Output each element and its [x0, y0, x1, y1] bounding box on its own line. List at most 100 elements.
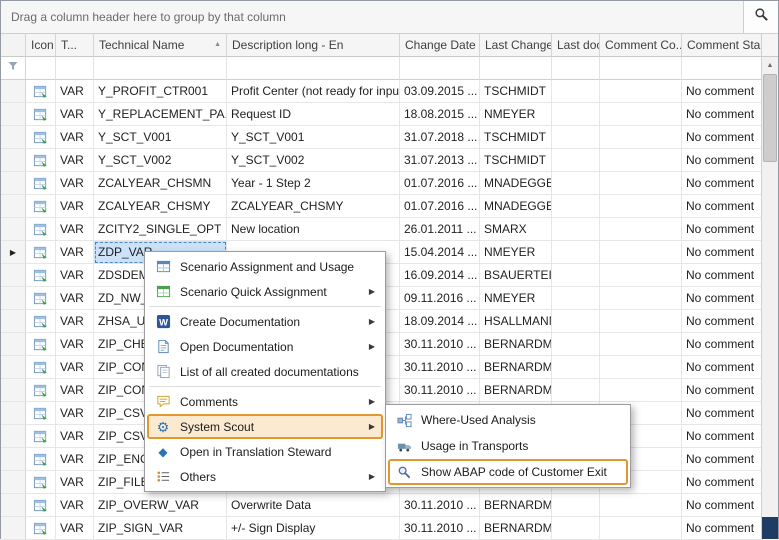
- cell-last-change[interactable]: HSALLMANN: [480, 310, 552, 333]
- column-header-last-doc[interactable]: Last doc...: [552, 34, 600, 57]
- menu-item-list-of-documentations[interactable]: List of all created documentations: [147, 359, 383, 384]
- cell-comment-status[interactable]: No comment: [682, 218, 763, 241]
- cell-last-doc[interactable]: [552, 379, 600, 402]
- column-header-comment-status[interactable]: Comment Sta...: [682, 34, 763, 57]
- cell-comment-status[interactable]: No comment: [682, 310, 763, 333]
- table-row[interactable]: VAR ZCALYEAR_CHSMN Year - 1 Step 2 01.07…: [1, 172, 763, 195]
- cell-change-date[interactable]: 18.08.2015 ...: [400, 103, 480, 126]
- column-header-change-date[interactable]: Change Date: [400, 34, 480, 57]
- cell-comment-status[interactable]: No comment: [682, 402, 763, 425]
- scroll-corner-button[interactable]: [762, 517, 778, 539]
- filter-cell-last-change[interactable]: [480, 57, 552, 80]
- menu-item-show-abap-code[interactable]: Show ABAP code of Customer Exit: [388, 459, 628, 485]
- cell-last-change[interactable]: MNADEGGER: [480, 172, 552, 195]
- cell-change-date[interactable]: 09.11.2016 ...: [400, 287, 480, 310]
- cell-change-date[interactable]: 15.04.2014 ...: [400, 241, 480, 264]
- cell-description[interactable]: Profit Center (not ready for input): [227, 80, 400, 103]
- cell-comment-count[interactable]: [600, 103, 682, 126]
- cell-comment-status[interactable]: No comment: [682, 471, 763, 494]
- cell-change-date[interactable]: 30.11.2010 ...: [400, 517, 480, 540]
- cell-comment-count[interactable]: [600, 379, 682, 402]
- cell-last-change[interactable]: SMARX: [480, 218, 552, 241]
- cell-last-change[interactable]: BERNARDMA: [480, 379, 552, 402]
- cell-type[interactable]: VAR: [56, 494, 94, 517]
- menu-item-scenario-assignment[interactable]: Scenario Assignment and Usage: [147, 254, 383, 279]
- cell-comment-count[interactable]: [600, 264, 682, 287]
- cell-comment-status[interactable]: No comment: [682, 494, 763, 517]
- cell-technical-name[interactable]: Y_PROFIT_CTR001: [94, 80, 227, 103]
- column-header-icon[interactable]: Icon: [26, 34, 56, 57]
- scrollbar-thumb[interactable]: [763, 74, 777, 162]
- cell-last-doc[interactable]: [552, 195, 600, 218]
- menu-item-create-documentation[interactable]: W Create Documentation ▶: [147, 309, 383, 334]
- cell-type[interactable]: VAR: [56, 80, 94, 103]
- cell-last-doc[interactable]: [552, 103, 600, 126]
- cell-comment-status[interactable]: No comment: [682, 379, 763, 402]
- cell-change-date[interactable]: 31.07.2013 ...: [400, 149, 480, 172]
- filter-cell-technical-name[interactable]: [94, 57, 227, 80]
- cell-change-date[interactable]: 03.09.2015 ...: [400, 80, 480, 103]
- table-row[interactable]: VAR ZIP_SIGN_VAR +/- Sign Display 30.11.…: [1, 517, 763, 540]
- cell-comment-status[interactable]: No comment: [682, 448, 763, 471]
- table-row[interactable]: VAR Y_PROFIT_CTR001 Profit Center (not r…: [1, 80, 763, 103]
- cell-comment-status[interactable]: No comment: [682, 103, 763, 126]
- cell-last-doc[interactable]: [552, 126, 600, 149]
- cell-technical-name[interactable]: ZIP_SIGN_VAR: [94, 517, 227, 540]
- cell-last-change[interactable]: TSCHMIDT: [480, 126, 552, 149]
- cell-type[interactable]: VAR: [56, 287, 94, 310]
- cell-description[interactable]: ZCALYEAR_CHSMY: [227, 195, 400, 218]
- menu-item-translation-steward[interactable]: ◆ Open in Translation Steward: [147, 439, 383, 464]
- cell-last-doc[interactable]: [552, 333, 600, 356]
- cell-last-change[interactable]: NMEYER: [480, 287, 552, 310]
- cell-change-date[interactable]: 30.11.2010 ...: [400, 356, 480, 379]
- cell-change-date[interactable]: 16.09.2014 ...: [400, 264, 480, 287]
- cell-change-date[interactable]: 31.07.2018 ...: [400, 126, 480, 149]
- cell-type[interactable]: VAR: [56, 517, 94, 540]
- cell-type[interactable]: VAR: [56, 379, 94, 402]
- cell-last-doc[interactable]: [552, 310, 600, 333]
- cell-type[interactable]: VAR: [56, 218, 94, 241]
- cell-technical-name[interactable]: ZCALYEAR_CHSMN: [94, 172, 227, 195]
- cell-type[interactable]: VAR: [56, 126, 94, 149]
- cell-change-date[interactable]: 30.11.2010 ...: [400, 494, 480, 517]
- cell-comment-status[interactable]: No comment: [682, 287, 763, 310]
- cell-description[interactable]: Y_SCT_V001: [227, 126, 400, 149]
- cell-comment-count[interactable]: [600, 287, 682, 310]
- search-button[interactable]: [743, 1, 778, 33]
- table-row[interactable]: VAR ZIP_OVERW_VAR Overwrite Data 30.11.2…: [1, 494, 763, 517]
- cell-last-change[interactable]: TSCHMIDT: [480, 80, 552, 103]
- cell-comment-count[interactable]: [600, 80, 682, 103]
- filter-cell-comment-status[interactable]: [682, 57, 763, 80]
- vertical-scrollbar[interactable]: ▲: [761, 34, 778, 539]
- cell-last-change[interactable]: MNADEGGER: [480, 195, 552, 218]
- cell-technical-name[interactable]: ZIP_OVERW_VAR: [94, 494, 227, 517]
- cell-change-date[interactable]: 01.07.2016 ...: [400, 172, 480, 195]
- cell-comment-count[interactable]: [600, 356, 682, 379]
- cell-last-doc[interactable]: [552, 494, 600, 517]
- cell-technical-name[interactable]: Y_SCT_V001: [94, 126, 227, 149]
- cell-type[interactable]: VAR: [56, 103, 94, 126]
- table-row[interactable]: VAR Y_SCT_V001 Y_SCT_V001 31.07.2018 ...…: [1, 126, 763, 149]
- table-row[interactable]: VAR Y_SCT_V002 Y_SCT_V002 31.07.2013 ...…: [1, 149, 763, 172]
- column-header-type[interactable]: T...: [56, 34, 94, 57]
- cell-last-change[interactable]: NMEYER: [480, 241, 552, 264]
- cell-type[interactable]: VAR: [56, 333, 94, 356]
- cell-technical-name[interactable]: ZCITY2_SINGLE_OPT: [94, 218, 227, 241]
- table-row[interactable]: VAR Y_REPLACEMENT_PA... Request ID 18.08…: [1, 103, 763, 126]
- cell-type[interactable]: VAR: [56, 172, 94, 195]
- cell-last-change[interactable]: BSAUERTEIG: [480, 264, 552, 287]
- cell-change-date[interactable]: 26.01.2011 ...: [400, 218, 480, 241]
- cell-change-date[interactable]: 30.11.2010 ...: [400, 333, 480, 356]
- cell-description[interactable]: Year - 1 Step 2: [227, 172, 400, 195]
- cell-last-change[interactable]: TSCHMIDT: [480, 149, 552, 172]
- cell-description[interactable]: Overwrite Data: [227, 494, 400, 517]
- cell-comment-count[interactable]: [600, 310, 682, 333]
- cell-last-doc[interactable]: [552, 241, 600, 264]
- cell-last-doc[interactable]: [552, 287, 600, 310]
- cell-last-doc[interactable]: [552, 172, 600, 195]
- filter-cell-last-doc[interactable]: [552, 57, 600, 80]
- filter-cell-comment-count[interactable]: [600, 57, 682, 80]
- menu-item-open-documentation[interactable]: Open Documentation ▶: [147, 334, 383, 359]
- cell-comment-status[interactable]: No comment: [682, 80, 763, 103]
- cell-comment-status[interactable]: No comment: [682, 241, 763, 264]
